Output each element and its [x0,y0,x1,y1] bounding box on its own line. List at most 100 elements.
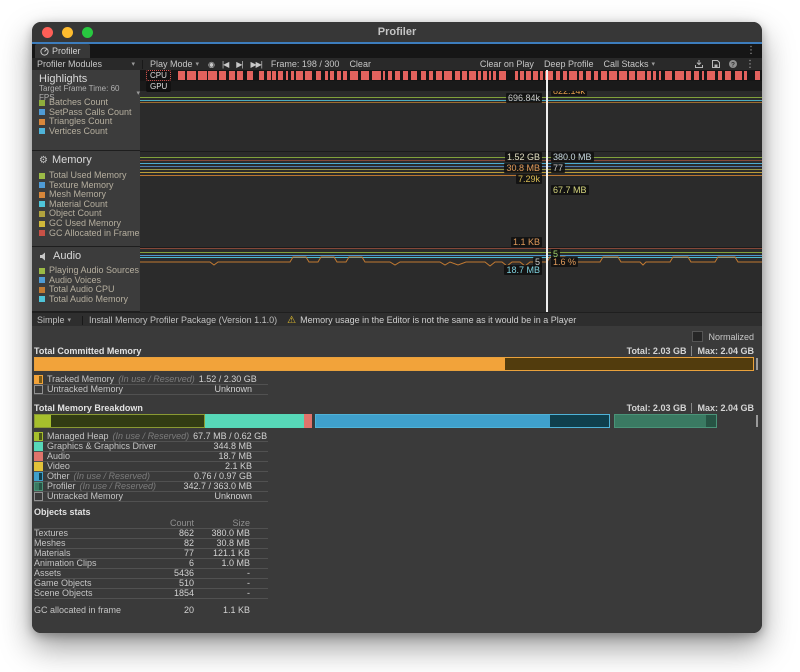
legend-item[interactable]: Batches Count [39,98,108,107]
tab-menu-icon[interactable]: ⋮ [746,45,756,56]
legend-swatch [34,472,43,481]
audio-chart[interactable]: 5 5 1.6 % 18.7 MB [140,247,762,312]
legend-swatch [39,230,45,236]
profiler-window: Profiler Profiler ⋮ Profiler Modules ▾ P… [32,22,762,633]
legend-item[interactable]: Playing Audio Sources [39,266,139,275]
legend-row-untracked-memory[interactable]: Untracked Memory Unknown [34,384,268,395]
series-line [140,172,762,173]
legend-swatch [39,277,45,283]
memory-chart[interactable]: 1.52 GB 380.0 MB 30.8 MB 77 7.29k 67.7 M… [140,151,762,247]
tab-label: Profiler [52,46,81,56]
legend-swatch [39,173,45,179]
play-mode-dropdown[interactable]: Play Mode ▾ [145,58,204,70]
series-line [140,157,762,158]
call-stacks-dropdown[interactable]: Call Stacks ▾ [598,58,660,70]
legend-swatch [39,100,45,106]
selected-frame-line[interactable] [546,70,548,312]
window-title: Profiler [32,26,762,38]
chart-value-label: 7.29k [516,174,542,184]
clear-button[interactable]: Clear [344,58,376,70]
chevron-down-icon: ▾ [651,60,655,68]
audio-cpu-path [140,257,762,266]
legend-item[interactable]: GC Allocated in Frame [39,229,140,238]
gpu-track-label[interactable]: GPU [146,81,171,92]
normalized-checkbox[interactable] [692,331,703,342]
table-row-scene-objects[interactable]: Scene Objects1854- [34,588,268,599]
legend-item[interactable]: Total Used Memory [39,171,127,180]
chevron-down-icon: ▾ [68,316,72,324]
legend-item[interactable]: Total Audio CPU [39,285,115,294]
titlebar[interactable]: Profiler [32,22,762,42]
load-profile-icon[interactable] [694,59,704,69]
record-button[interactable]: ◉ [204,60,218,69]
help-icon[interactable]: ? [728,59,738,69]
tab-profiler[interactable]: Profiler [35,44,90,58]
chart-value-label: 380.0 MB [551,152,594,162]
legend-item[interactable]: Vertices Count [39,127,108,136]
memory-breakdown-totals: Total: 2.03 GB Max: 2.04 GB [627,403,754,413]
gpu-usage-track[interactable]: GPU [140,81,762,90]
gear-icon: ⚙ [39,155,48,166]
legend-swatch [39,221,45,227]
table-row-gc-allocated[interactable]: GC allocated in frame201.1 KB [34,605,268,615]
chart-value-label: 696.84k [506,93,542,103]
view-mode-dropdown[interactable]: Simple ▾ [32,314,76,326]
legend-row-untracked[interactable]: Untracked Memory Unknown [34,491,268,502]
committed-bar[interactable] [34,357,754,371]
speaker-icon [39,252,49,261]
breakdown-bar[interactable] [34,414,754,428]
save-profile-icon[interactable] [711,59,721,69]
chart-value-label: 1.6 % [551,257,578,267]
audio-cpu-series-line [140,252,762,270]
chart-value-label: 18.7 MB [504,265,542,275]
chart-area[interactable]: CPU GPU 822.14k 696.84k 1 [140,70,762,312]
normalized-toggle[interactable]: Normalized [692,331,754,342]
prev-frame-button[interactable]: |◀ [218,60,232,69]
profiler-gauge-icon [40,47,49,56]
legend-swatch [34,385,43,394]
editor-memory-warning-text: Memory usage in the Editor is not the sa… [300,315,576,325]
next-frame-button[interactable]: ▶| [232,60,246,69]
chart-value-label: 30.8 MB [504,163,542,173]
module-memory-title: Memory [52,154,92,166]
legend-swatch [39,268,45,274]
install-memory-profiler-button[interactable]: Install Memory Profiler Package (Version… [89,315,277,325]
module-highlights[interactable]: Highlights Target Frame Time: 60 FPS ▾ B… [32,70,140,150]
legend-swatch [39,211,45,217]
module-audio[interactable]: Audio Playing Audio Sources Audio Voices… [32,247,140,311]
series-line [140,248,762,249]
current-frame-button[interactable]: ▶▶| [247,60,266,69]
cpu-track-label[interactable]: CPU [146,70,171,81]
legend-swatch [39,201,45,207]
committed-memory-totals: Total: 2.03 GB Max: 2.04 GB [627,346,754,356]
cpu-usage-bars[interactable] [178,71,760,80]
memory-module-toolbar: Simple ▾ Install Memory Profiler Package… [32,312,762,327]
legend-item[interactable]: Mesh Memory [39,190,106,199]
memory-breakdown-title: Total Memory Breakdown [34,403,143,413]
series-line [140,169,762,170]
legend-swatch [39,296,45,302]
legend-item[interactable]: GC Used Memory [39,219,121,228]
totals-divider [691,403,692,413]
highlights-chart[interactable]: 822.14k 696.84k [140,90,762,151]
deep-profile-toggle[interactable]: Deep Profile [539,58,599,70]
cpu-usage-track[interactable]: CPU [140,70,762,81]
legend-swatch [34,482,43,491]
series-line [140,175,762,176]
chevron-down-icon: ▾ [131,60,135,68]
objects-stats-title: Objects stats [34,507,91,517]
toolbar-separator [142,60,143,69]
clear-on-play-toggle[interactable]: Clear on Play [475,58,539,70]
committed-bar-max-tick [756,358,758,370]
legend-item[interactable]: Total Audio Memory [39,295,128,304]
chart-value-label: 77 [551,163,565,173]
profiler-modules-dropdown[interactable]: Profiler Modules ▾ [32,58,140,70]
module-memory[interactable]: ⚙ Memory Total Used Memory Texture Memor… [32,151,140,246]
legend-swatch [39,287,45,293]
context-menu-icon[interactable]: ⋮ [745,59,755,70]
warning-icon: ⚠ [287,315,296,326]
module-audio-title: Audio [53,250,81,262]
legend-swatch [34,442,43,451]
chart-value-label: 822.14k [551,90,587,96]
legend-item[interactable]: Triangles Count [39,117,112,126]
